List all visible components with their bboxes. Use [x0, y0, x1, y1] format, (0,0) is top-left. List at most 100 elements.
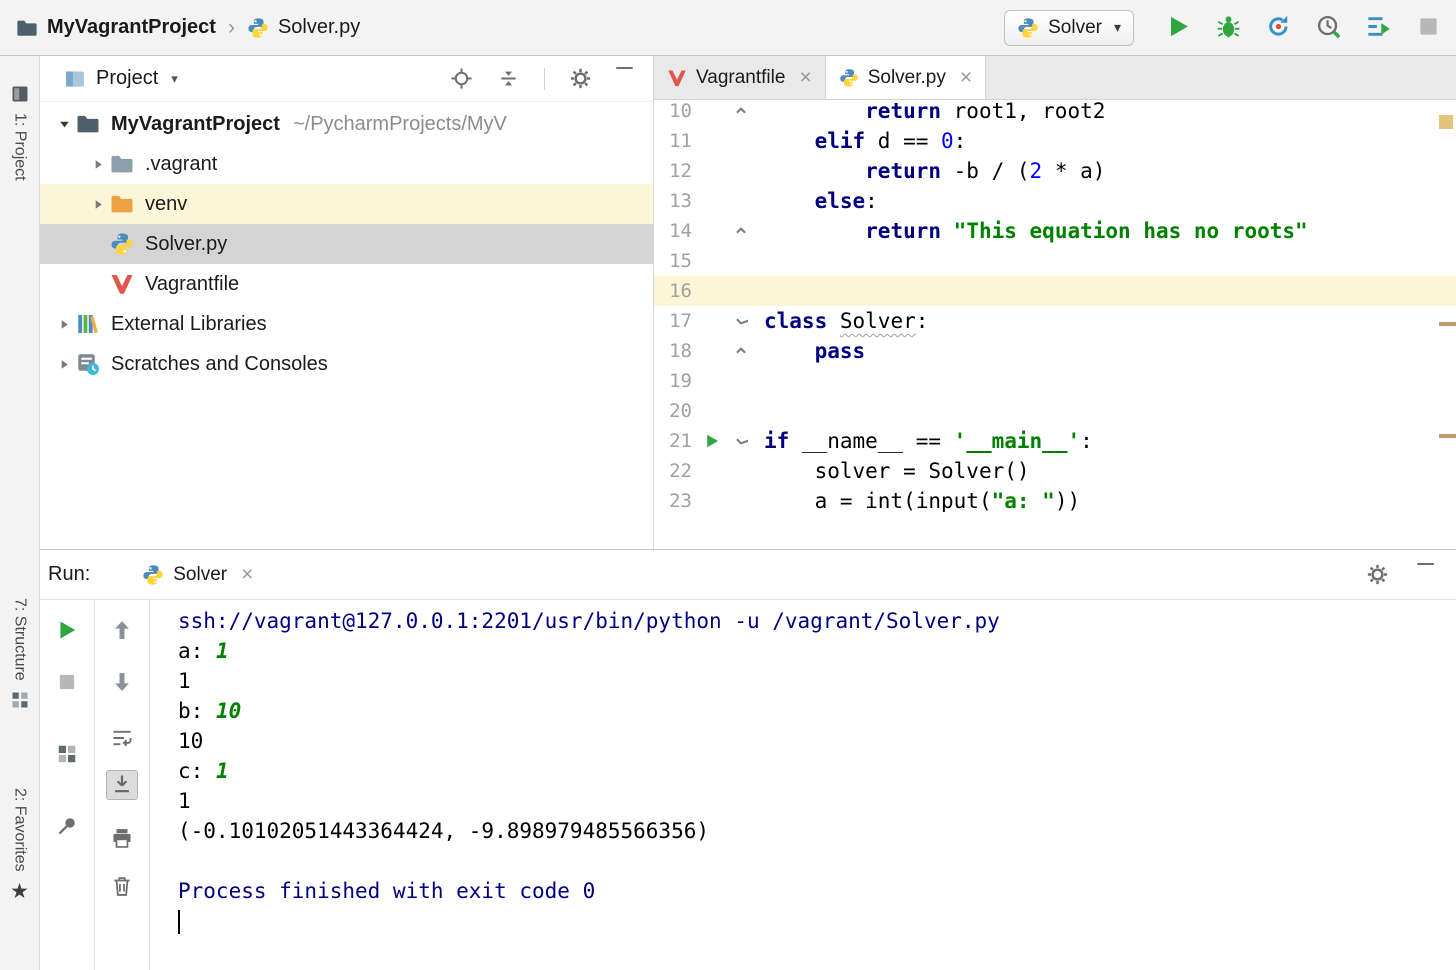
- collapse-all-button[interactable]: [497, 67, 520, 90]
- chevron-right-icon[interactable]: [86, 157, 110, 172]
- pin-tab-button[interactable]: [51, 812, 83, 842]
- code-line-16[interactable]: 16: [654, 276, 1456, 306]
- stripe-structure-label: 7: Structure: [11, 598, 29, 681]
- run-button[interactable]: [1164, 14, 1192, 42]
- scrollbar-marker-line[interactable]: [1439, 434, 1456, 438]
- fold-up-icon[interactable]: [726, 224, 756, 238]
- print-button[interactable]: [106, 824, 138, 854]
- scrollend-icon: [111, 773, 133, 798]
- chevron-down-icon: ▾: [1114, 19, 1121, 36]
- tab-vagrantfile[interactable]: Vagrantfile×: [654, 56, 826, 99]
- code-line-20[interactable]: 20: [654, 396, 1456, 426]
- code-text: return root1, root2: [756, 100, 1105, 123]
- stop-button[interactable]: [1414, 14, 1442, 42]
- editor-area: Vagrantfile×Solver.py× 10 return root1, …: [654, 56, 1456, 549]
- tree-item-myvagrantproject[interactable]: MyVagrantProject~/PycharmProjects/MyV: [40, 104, 653, 144]
- restore-layout-button[interactable]: [51, 740, 83, 770]
- tree-item-label: MyVagrantProject: [111, 113, 280, 136]
- run-tab-label: Solver: [173, 564, 227, 586]
- breadcrumb-project[interactable]: MyVagrantProject: [47, 16, 216, 39]
- run-settings-gear-button[interactable]: [1366, 563, 1389, 586]
- code-line-15[interactable]: 15: [654, 246, 1456, 276]
- fold-up-icon[interactable]: [726, 104, 756, 118]
- code-line-10[interactable]: 10 return root1, root2: [654, 100, 1456, 126]
- code-line-18[interactable]: 18 pass: [654, 336, 1456, 366]
- scrollbar-marker-warning[interactable]: [1439, 115, 1453, 129]
- tree-item-external-libraries[interactable]: External Libraries: [40, 304, 653, 344]
- run-tab-solver[interactable]: Solver ×: [142, 564, 253, 586]
- settings-gear-button[interactable]: [569, 67, 592, 90]
- code-text: elif d == 0:: [756, 129, 966, 153]
- fold-down-icon[interactable]: [726, 314, 756, 328]
- tree-item-vagrantfile[interactable]: Vagrantfile: [40, 264, 653, 304]
- code-line-11[interactable]: 11 elif d == 0:: [654, 126, 1456, 156]
- rerun-button[interactable]: [51, 616, 83, 646]
- soft-wrap-button[interactable]: [106, 724, 138, 754]
- breadcrumb-file[interactable]: Solver.py: [278, 16, 360, 39]
- tree-item-solver-py[interactable]: Solver.py: [40, 224, 653, 264]
- up-stack-trace-button[interactable]: [106, 616, 138, 646]
- tree-item-label: Vagrantfile: [145, 273, 239, 296]
- code-line-12[interactable]: 12 return -b / (2 * a): [654, 156, 1456, 186]
- chevron-right-icon[interactable]: [86, 197, 110, 212]
- hide-run-panel-button[interactable]: [1417, 563, 1440, 586]
- down-stack-trace-button[interactable]: [106, 668, 138, 698]
- coverage-icon: [1266, 14, 1291, 42]
- console-line: (-0.10102051443364424, -9.89897948556635…: [178, 816, 1456, 846]
- tree-item-scratches-and-consoles[interactable]: Scratches and Consoles: [40, 344, 653, 384]
- folder-dark-icon: [76, 112, 102, 136]
- fold-down-icon[interactable]: [726, 434, 756, 448]
- stripe-structure-button[interactable]: 7: Structure: [0, 598, 39, 710]
- tree-item-venv[interactable]: venv: [40, 184, 653, 224]
- stripe-project-button[interactable]: 1: Project: [0, 84, 39, 181]
- code-text: return -b / (2 * a): [756, 159, 1105, 183]
- code-line-23[interactable]: 23 a = int(input("a: ")): [654, 486, 1456, 512]
- chevron-right-icon[interactable]: [52, 317, 76, 332]
- close-icon[interactable]: ×: [960, 67, 972, 88]
- code-text: if __name__ == '__main__':: [756, 429, 1093, 453]
- tab-solver-py[interactable]: Solver.py×: [826, 56, 986, 99]
- profiler-button[interactable]: [1314, 14, 1342, 42]
- run-line-icon[interactable]: [698, 433, 726, 449]
- tree-item-label: venv: [145, 193, 187, 216]
- project-tree: MyVagrantProject~/PycharmProjects/MyV.va…: [40, 102, 653, 549]
- console-line: a: 1: [178, 636, 1456, 666]
- fold-up-icon[interactable]: [726, 344, 756, 358]
- print-icon: [111, 827, 133, 852]
- stripe-favorites-button[interactable]: 2: Favorites ★: [0, 788, 39, 902]
- chevron-down-icon[interactable]: [52, 117, 76, 132]
- console-output[interactable]: ssh://vagrant@127.0.0.1:2201/usr/bin/pyt…: [150, 600, 1456, 970]
- scroll-to-end-button[interactable]: [106, 770, 138, 800]
- code-text: solver = Solver(): [756, 459, 1030, 483]
- chevron-right-icon[interactable]: [52, 357, 76, 372]
- code-line-17[interactable]: 17class Solver:: [654, 306, 1456, 336]
- concurrency-diagram-button[interactable]: [1364, 14, 1392, 42]
- code-text: pass: [756, 339, 865, 363]
- up-icon: [111, 619, 133, 644]
- scrollbar-marker-line[interactable]: [1439, 322, 1456, 326]
- code-line-13[interactable]: 13 else:: [654, 186, 1456, 216]
- tool-window-stripe: 1: Project 7: Structure 2: Favorites ★: [0, 56, 40, 970]
- locate-file-button[interactable]: [450, 67, 473, 90]
- stop-button[interactable]: [51, 668, 83, 698]
- softwrap-icon: [111, 727, 133, 752]
- code-line-19[interactable]: 19: [654, 366, 1456, 396]
- code-line-21[interactable]: 21if __name__ == '__main__':: [654, 426, 1456, 456]
- close-icon[interactable]: ×: [799, 67, 811, 88]
- debug-button[interactable]: [1214, 14, 1242, 42]
- clear-all-button[interactable]: [106, 872, 138, 902]
- project-panel: Project ▾ MyVagrantProject~/PycharmProje…: [40, 56, 654, 549]
- close-icon[interactable]: ×: [241, 564, 253, 585]
- debug-icon: [1216, 14, 1241, 42]
- code-line-14[interactable]: 14 return "This equation has no roots": [654, 216, 1456, 246]
- editor[interactable]: 10 return root1, root211 elif d == 0:12 …: [654, 100, 1456, 512]
- python-icon: [1017, 17, 1039, 39]
- code-line-22[interactable]: 22 solver = Solver(): [654, 456, 1456, 486]
- run-with-coverage-button[interactable]: [1264, 14, 1292, 42]
- tree-item-vagrant[interactable]: .vagrant: [40, 144, 653, 184]
- project-panel-title-group[interactable]: Project ▾: [64, 67, 178, 90]
- run-config-selector[interactable]: Solver ▾: [1004, 10, 1134, 46]
- hide-panel-button[interactable]: [616, 67, 639, 90]
- scratches-icon: [76, 352, 102, 376]
- tree-item-label: External Libraries: [111, 313, 267, 336]
